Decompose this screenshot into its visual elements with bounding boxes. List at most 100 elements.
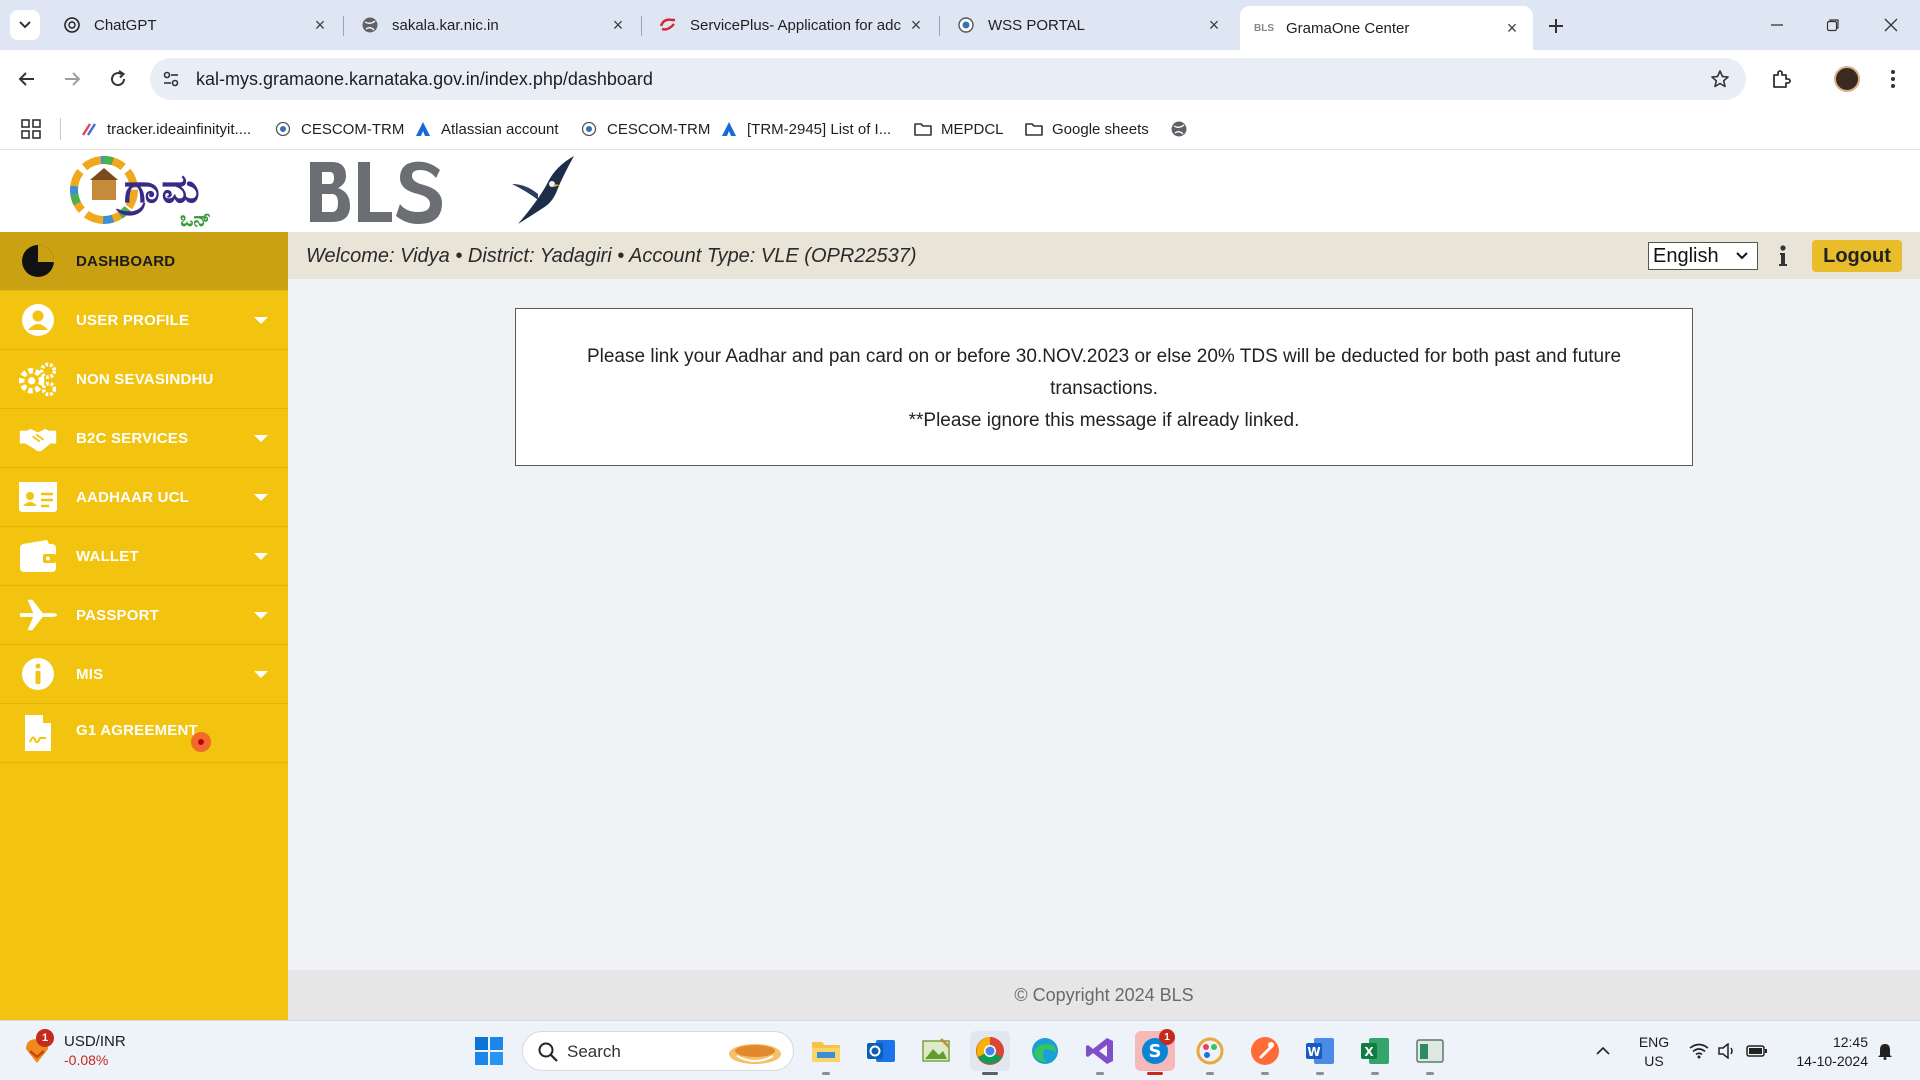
- sidebar-item-passport[interactable]: PASSPORT: [0, 586, 288, 645]
- bookmark-globe[interactable]: [1170, 116, 1197, 142]
- running-indicator: [1316, 1072, 1324, 1075]
- tab-sakala[interactable]: sakala.kar.nic.in ×: [346, 8, 639, 42]
- sidebar-item-label: AADHAAR UCL: [76, 488, 190, 506]
- taskbar-app-photos[interactable]: [916, 1031, 956, 1071]
- sidebar-item-label: USER PROFILE: [76, 311, 190, 329]
- chevron-up-icon: [1596, 1046, 1610, 1055]
- app-badge: 1: [1159, 1029, 1175, 1045]
- tab-chatgpt[interactable]: ChatGPT ×: [48, 8, 341, 42]
- back-button[interactable]: [12, 64, 42, 94]
- taskbar-search[interactable]: Search: [522, 1031, 794, 1071]
- running-indicator: [1261, 1072, 1269, 1075]
- bookmark-cescom-trm[interactable]: CESCOM-TRM: [274, 116, 404, 142]
- window-close-button[interactable]: [1876, 12, 1906, 38]
- taskbar-app-word[interactable]: W: [1300, 1031, 1340, 1075]
- bls-favicon-icon: BLS: [1254, 22, 1274, 34]
- windows-start-icon[interactable]: [474, 1036, 504, 1066]
- close-icon[interactable]: ×: [609, 15, 627, 35]
- minimize-button[interactable]: [1762, 12, 1792, 38]
- copyright-text: © Copyright 2024 BLS: [1014, 984, 1194, 1005]
- app-window-icon: [1416, 1039, 1444, 1063]
- folder-icon: [812, 1042, 840, 1062]
- tab-search-button[interactable]: [10, 10, 40, 40]
- taskbar-app-excel[interactable]: X: [1355, 1031, 1395, 1075]
- taskbar-app-visual-studio[interactable]: [1080, 1031, 1120, 1075]
- site-info-icon[interactable]: [160, 68, 182, 90]
- close-icon[interactable]: ×: [311, 15, 329, 35]
- bookmark-cescom-trm-2[interactable]: CESCOM-TRM: [580, 116, 710, 142]
- outlook-icon: [867, 1040, 895, 1062]
- browser-menu-button[interactable]: [1878, 64, 1908, 94]
- volume-status[interactable]: [1712, 1021, 1742, 1080]
- taskbar-app-file-explorer[interactable]: [806, 1031, 846, 1075]
- sidebar-item-aadhaar-ucl[interactable]: AADHAAR UCL: [0, 468, 288, 527]
- wifi-status[interactable]: [1684, 1021, 1714, 1080]
- plane-icon: [18, 595, 58, 635]
- forward-button[interactable]: [57, 64, 87, 94]
- search-icon: [538, 1042, 558, 1062]
- restore-button[interactable]: [1818, 12, 1848, 38]
- notification-dot-icon: [191, 732, 211, 752]
- tab-serviceplus[interactable]: ServicePlus- Application for adc ×: [644, 8, 937, 42]
- aadhar-pan-notice: Please link your Aadhar and pan card on …: [515, 308, 1693, 466]
- sidebar-item-wallet[interactable]: WALLET: [0, 527, 288, 586]
- atlassian-icon: [720, 120, 738, 138]
- site-icon: [580, 120, 598, 138]
- bookmark-trm-2945[interactable]: [TRM-2945] List of I...: [720, 116, 891, 142]
- pie-chart-icon: [18, 241, 58, 281]
- bookmark-folder-mepdcl[interactable]: MEPDCL: [914, 116, 1004, 142]
- taskbar-app-paint[interactable]: [1190, 1031, 1230, 1075]
- taskbar-app-postman[interactable]: [1245, 1031, 1285, 1075]
- widget-title: USD/INR: [64, 1033, 126, 1050]
- caret-down-icon: [254, 316, 268, 324]
- sidebar-item-mis[interactable]: MIS: [0, 645, 288, 704]
- tab-wss-portal[interactable]: WSS PORTAL ×: [942, 8, 1235, 42]
- logout-button[interactable]: Logout: [1812, 240, 1902, 272]
- apps-grid-icon[interactable]: [20, 118, 42, 140]
- input-language-indicator[interactable]: ENG US: [1634, 1033, 1674, 1071]
- tab-gramaone-center[interactable]: BLS GramaOne Center ×: [1240, 6, 1533, 50]
- bookmark-folder-google-sheets[interactable]: Google sheets: [1025, 116, 1149, 142]
- running-indicator: [1147, 1072, 1163, 1075]
- bls-logo: [310, 161, 442, 224]
- taskbar-app-outlook[interactable]: [861, 1031, 901, 1071]
- close-icon[interactable]: ×: [907, 15, 925, 35]
- tab-title: WSS PORTAL: [988, 16, 1085, 34]
- close-icon[interactable]: ×: [1205, 15, 1223, 35]
- reload-button[interactable]: [103, 64, 133, 94]
- close-icon[interactable]: ×: [1503, 18, 1521, 38]
- system-clock[interactable]: 12:45 14-10-2024: [1784, 1033, 1868, 1071]
- running-indicator: [1426, 1072, 1434, 1075]
- bookmark-atlassian-account[interactable]: Atlassian account: [414, 116, 559, 142]
- taskbar-app-edge[interactable]: [1025, 1031, 1065, 1071]
- running-indicator: [982, 1072, 998, 1075]
- address-bar[interactable]: kal-mys.gramaone.karnataka.gov.in/index.…: [150, 58, 1746, 100]
- sidebar-item-non-sevasindhu[interactable]: NON SEVASINDHU: [0, 350, 288, 409]
- info-icon[interactable]: [1776, 244, 1790, 268]
- profile-button[interactable]: [1832, 64, 1862, 94]
- battery-icon: [1746, 1045, 1767, 1057]
- taskbar-app-skype[interactable]: S 1: [1135, 1029, 1175, 1075]
- tab-separator: [343, 16, 344, 36]
- sidebar-item-user-profile[interactable]: USER PROFILE: [0, 291, 288, 350]
- show-hidden-icons-button[interactable]: [1588, 1021, 1618, 1080]
- sidebar-item-label: DASHBOARD: [76, 252, 176, 270]
- more-vertical-icon: [1891, 70, 1895, 88]
- handshake-icon: [18, 418, 58, 458]
- sidebar-item-g1-agreement[interactable]: G1 AGREEMENT: [0, 704, 288, 763]
- sidebar-item-b2c-services[interactable]: B2C SERVICES: [0, 409, 288, 468]
- taskbar-app-window[interactable]: [1410, 1031, 1450, 1075]
- language-select[interactable]: English: [1648, 242, 1758, 270]
- chrome-icon: [976, 1037, 1004, 1065]
- sidebar-item-dashboard[interactable]: DASHBOARD: [0, 232, 288, 291]
- bookmark-star-icon[interactable]: [1708, 67, 1732, 91]
- extensions-button[interactable]: [1766, 64, 1796, 94]
- site-icon: [956, 15, 976, 35]
- taskbar-app-chrome[interactable]: [970, 1031, 1010, 1075]
- notifications-button[interactable]: [1870, 1021, 1900, 1080]
- battery-status[interactable]: [1742, 1021, 1772, 1080]
- bookmark-tracker[interactable]: tracker.ideainfinityit....: [80, 116, 251, 142]
- new-tab-button[interactable]: [1543, 13, 1569, 39]
- tracker-icon: [80, 120, 98, 138]
- currency-widget[interactable]: 1 USD/INR -0.08%: [22, 1029, 162, 1073]
